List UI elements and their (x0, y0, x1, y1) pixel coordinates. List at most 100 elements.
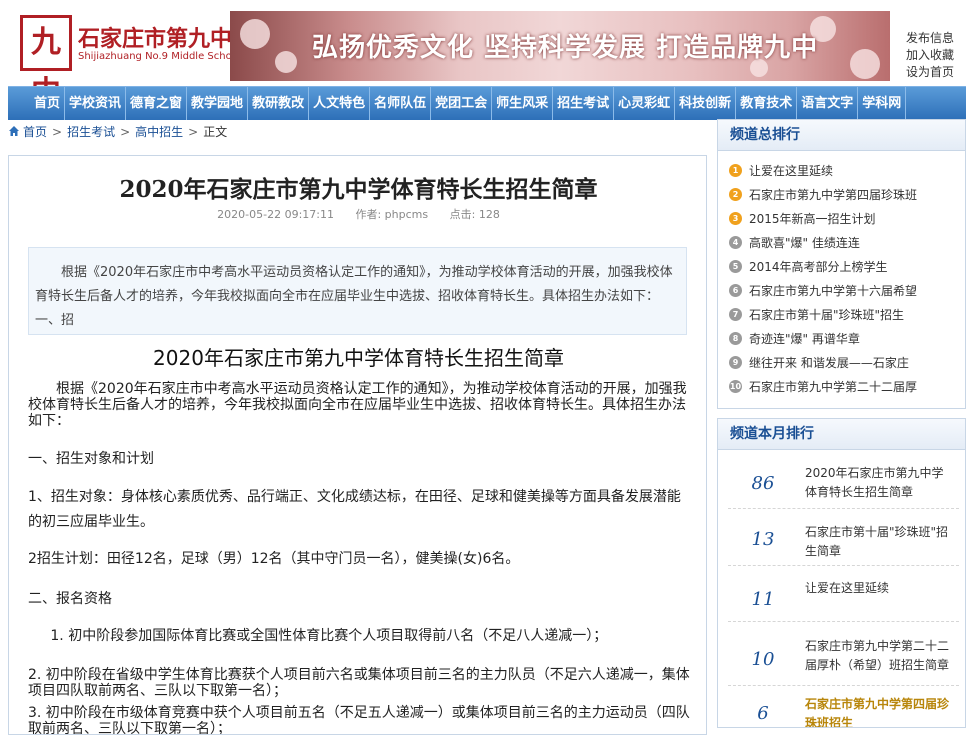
view-count: 6 (757, 703, 769, 724)
header-banner: 弘扬优秀文化 坚持科学发展 打造品牌九中 (230, 11, 890, 81)
nav-item-technology[interactable]: 科技创新 (675, 87, 737, 120)
rank-number-badge: 3 (729, 212, 742, 225)
nav-item-school-news[interactable]: 学校资讯 (65, 87, 127, 120)
list-item[interactable]: 7 石家庄市第十届"珍珠班"招生 (718, 306, 965, 330)
breadcrumb: 首页 > 招生考试 > 高中招生 > 正文 (8, 123, 227, 141)
rank-item-title[interactable]: 石家庄市第九中学第十六届希望 (749, 284, 917, 298)
list-item[interactable]: 2 石家庄市第九中学第四届珍珠班 (718, 186, 965, 210)
rank-number-badge: 1 (729, 164, 742, 177)
content-paragraph: 3. 初中阶段在市级体育竞赛中获个人项目前五名（不足五人递减一）或集体项目前三名… (28, 705, 690, 735)
school-logo[interactable]: 九中 石家庄市第九中学 Shijiazhuang No.9 Middle Sch… (20, 15, 254, 110)
rank-item-title[interactable]: 继往开来 和谐发展——石家庄 (749, 356, 909, 370)
main-nav: 首页 学校资讯 德育之窗 教学园地 教研教改 人文特色 名师队伍 党团工会 师生风采 招生考试 心灵… (8, 86, 966, 120)
publish-info-link[interactable]: 发布信息 (906, 30, 962, 47)
nav-item-admissions[interactable]: 招生考试 (553, 87, 615, 120)
nav-item-research[interactable]: 教研教改 (248, 87, 310, 120)
nav-item-subject-net[interactable]: 学科网 (858, 87, 907, 120)
content-paragraph: 2. 初中阶段在省级中学生体育比赛获个人项目前六名或集体项目前三名的主力队员（不… (28, 667, 690, 699)
list-item[interactable]: 5 2014年高考部分上榜学生 (718, 258, 965, 282)
article-clicks: 点击: 128 (449, 208, 500, 221)
article-author: 作者: phpcms (355, 208, 429, 221)
list-item[interactable]: 10 石家庄市第九中学第二十二届厚 (718, 378, 965, 402)
rank-number-badge: 6 (729, 284, 742, 297)
view-count: 11 (751, 589, 775, 610)
article-summary: 根据《2020年石家庄市中考高水平运动员资格认定工作的通知》，为推动学校体育活动… (28, 247, 687, 335)
list-item[interactable]: 13 石家庄市第十届"珍珠班"招生简章 (728, 515, 959, 566)
channel-ranking-title: 频道总排行 (718, 120, 965, 151)
add-favorite-link[interactable]: 加入收藏 (906, 47, 962, 64)
nav-item-teachers[interactable]: 名师队伍 (370, 87, 432, 120)
rank-number-badge: 7 (729, 308, 742, 321)
rank-number-badge: 8 (729, 332, 742, 345)
monthly-item-title[interactable]: 石家庄市第九中学第二十二届厚朴（希望）班招生简章 (805, 637, 955, 675)
list-item[interactable]: 10 石家庄市第九中学第二十二届厚朴（希望）班招生简章 (728, 629, 959, 686)
breadcrumb-separator: > (120, 125, 131, 139)
rank-item-title[interactable]: 石家庄市第十届"珍珠班"招生 (749, 308, 904, 322)
channel-ranking-list: 1 让爱在这里延续 2 石家庄市第九中学第四届珍珠班 3 2015年新高一招生计划 4… (718, 162, 965, 402)
list-item[interactable]: 4 高歌喜"爆" 佳绩连连 (718, 234, 965, 258)
nav-item-edu-tech[interactable]: 教育技术 (736, 87, 798, 120)
list-item[interactable]: 1 让爱在这里延续 (718, 162, 965, 186)
rank-number-badge: 4 (729, 236, 742, 249)
content-paragraph: 一、招生对象和计划 (28, 451, 154, 467)
nav-item-humanities[interactable]: 人文特色 (309, 87, 371, 120)
channel-ranking-panel: 频道总排行 1 让爱在这里延续 2 石家庄市第九中学第四届珍珠班 3 2015年新高一… (717, 119, 966, 409)
nav-item-style[interactable]: 师生风采 (492, 87, 554, 120)
breadcrumb-home[interactable]: 首页 (23, 125, 47, 139)
home-icon (9, 126, 19, 136)
monthly-ranking-panel: 频道本月排行 86 2020年石家庄市第九中学体育特长生招生简章 13 石家庄市… (717, 418, 966, 728)
nav-item-moral-education[interactable]: 德育之窗 (126, 87, 188, 120)
view-count: 10 (751, 649, 775, 670)
rank-item-title[interactable]: 石家庄市第九中学第四届珍珠班 (749, 188, 917, 202)
rank-item-title[interactable]: 让爱在这里延续 (749, 164, 833, 178)
monthly-item-title[interactable]: 石家庄市第十届"珍珠班"招生简章 (805, 523, 955, 561)
nav-item-language[interactable]: 语言文字 (797, 87, 859, 120)
header-links: 发布信息 加入收藏 设为首页 (906, 30, 962, 81)
nav-item-teaching[interactable]: 教学园地 (187, 87, 249, 120)
content-paragraph: 1、招生对象：身体核心素质优秀、品行端正、文化成绩达标，在田径、足球和健美操等方… (28, 489, 681, 530)
list-item[interactable]: 9 继往开来 和谐发展——石家庄 (718, 354, 965, 378)
breadcrumb-admissions[interactable]: 招生考试 (67, 125, 115, 139)
list-item[interactable]: 8 奇迹连"爆" 再谱华章 (718, 330, 965, 354)
site-header: 九中 石家庄市第九中学 Shijiazhuang No.9 Middle Sch… (0, 0, 966, 110)
list-item[interactable]: 3 2015年新高一招生计划 (718, 210, 965, 234)
monthly-item-title[interactable]: 2020年石家庄市第九中学体育特长生招生简章 (805, 464, 955, 502)
banner-slogan: 弘扬优秀文化 坚持科学发展 打造品牌九中 (312, 33, 819, 63)
rank-number-badge: 9 (729, 356, 742, 369)
breadcrumb-separator: > (52, 125, 63, 139)
monthly-item-title[interactable]: 石家庄市第九中学第四届珍珠班招生 (805, 695, 955, 727)
article-panel: 2020年石家庄市第九中学体育特长生招生简章 2020-05-22 09:17:… (8, 155, 707, 735)
rank-number-badge: 5 (729, 260, 742, 273)
breadcrumb-current: 正文 (203, 125, 228, 139)
article-date: 2020-05-22 09:17:11 (217, 208, 334, 221)
nav-item-party-union[interactable]: 党团工会 (431, 87, 493, 120)
logo-mark: 九中 (20, 15, 72, 110)
nav-item-mental-health[interactable]: 心灵彩虹 (614, 87, 676, 120)
rank-number-badge: 2 (729, 188, 742, 201)
content-paragraph: 根据《2020年石家庄市中考高水平运动员资格认定工作的通知》，为推动学校体育活动… (28, 381, 687, 429)
rank-item-title[interactable]: 高歌喜"爆" 佳绩连连 (749, 236, 860, 250)
view-count: 86 (751, 473, 775, 494)
content-title: 2020年石家庄市第九中学体育特长生招生简章 (153, 346, 564, 370)
breadcrumb-high-school[interactable]: 高中招生 (135, 125, 183, 139)
set-homepage-link[interactable]: 设为首页 (906, 64, 962, 81)
content-paragraph: 2招生计划：田径12名，足球（男）12名（其中守门员一名），健美操(女)6名。 (28, 551, 520, 567)
view-count: 13 (751, 529, 775, 550)
monthly-item-title[interactable]: 让爱在这里延续 (805, 579, 955, 598)
monthly-ranking-title: 频道本月排行 (718, 419, 965, 450)
breadcrumb-separator: > (188, 125, 199, 139)
list-item[interactable]: 6 石家庄市第九中学第十六届希望 (718, 282, 965, 306)
logo-school-name-en: Shijiazhuang No.9 Middle School (78, 51, 241, 62)
nav-item-home[interactable]: 首页 (8, 87, 66, 120)
content-paragraph: 1. 初中阶段参加国际体育比赛或全国性体育比赛个人项目取得前八名（不足八人递减一… (50, 628, 608, 644)
rank-item-title[interactable]: 奇迹连"爆" 再谱华章 (749, 332, 860, 346)
rank-item-title[interactable]: 2014年高考部分上榜学生 (749, 260, 888, 274)
list-item[interactable]: 86 2020年石家庄市第九中学体育特长生招生简章 (728, 457, 959, 509)
content-paragraph: 二、报名资格 (28, 591, 112, 607)
rank-item-title[interactable]: 石家庄市第九中学第二十二届厚 (749, 380, 917, 394)
rank-item-title[interactable]: 2015年新高一招生计划 (749, 212, 876, 226)
rank-number-badge: 10 (729, 380, 742, 393)
list-item[interactable]: 6 石家庄市第九中学第四届珍珠班招生 (728, 687, 959, 727)
list-item[interactable]: 11 让爱在这里延续 (728, 571, 959, 622)
article-title: 2020年石家庄市第九中学体育特长生招生简章 (119, 176, 598, 203)
